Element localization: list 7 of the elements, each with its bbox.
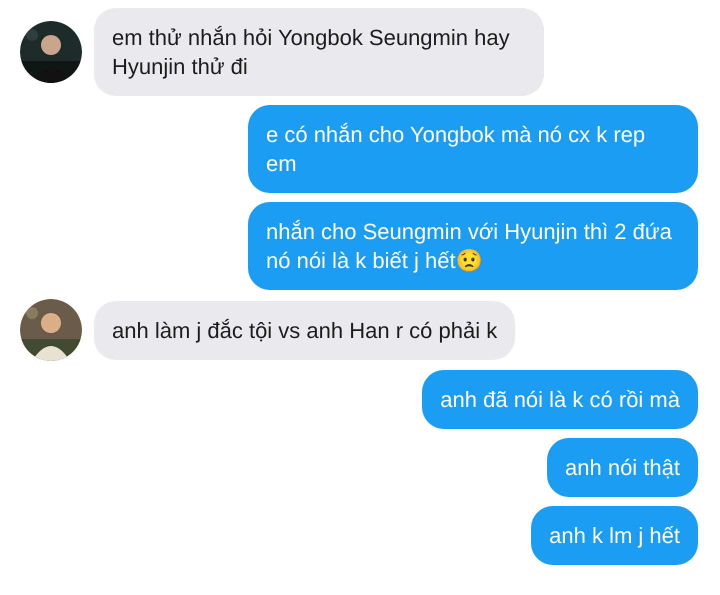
message-bubble: anh k lm j hết [531, 506, 698, 565]
message-bubble: em thử nhắn hỏi Yongbok Seungmin hay Hyunjin thử đi [94, 8, 544, 96]
message-bubble: nhắn cho Seungmin với Hyunjin thì 2 đứa nó nói là k biết j hết😟 [248, 202, 698, 290]
message-bubble: anh đã nói là k có rồi mà [422, 370, 698, 429]
message-bubble: anh nói thật [547, 438, 698, 497]
message-bubble: anh làm j đắc tội vs anh Han r có phải k [94, 300, 516, 360]
message-bubble: e có nhắn cho Yongbok mà nó cx k rep em [248, 105, 698, 193]
